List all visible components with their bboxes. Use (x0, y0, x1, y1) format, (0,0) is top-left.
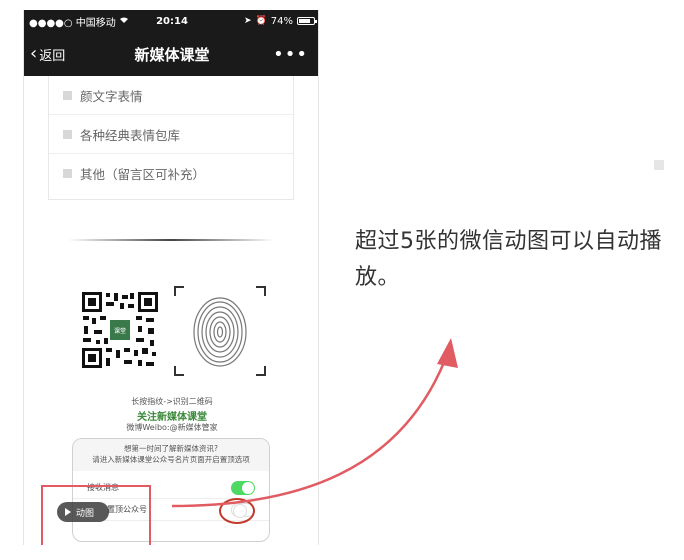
divider (68, 239, 274, 241)
list-item-label: 各种经典表情包库 (80, 127, 181, 143)
highlight-circle (219, 498, 255, 524)
back-button[interactable]: ‹ 返回 (24, 45, 104, 64)
more-button[interactable]: ••• (240, 44, 318, 65)
location-icon: ➤ (244, 16, 252, 26)
phone-screenshot: ●●●●○ 中国移动 20:14 ➤ ⏰ 74% ‹ 返回 新媒体课堂 ••• … (23, 10, 319, 545)
status-carrier: ●●●●○ 中国移动 (29, 14, 139, 29)
checkbox-icon (63, 169, 72, 178)
qr-caption-instruction: 长按指纹->识别二维码 (131, 397, 213, 406)
page-title: 新媒体课堂 (134, 45, 210, 64)
decorative-square (654, 160, 664, 170)
alarm-icon: ⏰ (255, 16, 267, 26)
settings-card-header-line1: 想第一时间了解新媒体资讯? (124, 444, 218, 453)
play-icon (65, 508, 71, 516)
fingerprint-icon (193, 297, 247, 367)
nav-bar: ‹ 返回 新媒体课堂 ••• (24, 32, 318, 76)
list-item[interactable]: 其他（留言区可补充） (49, 154, 293, 193)
list-item[interactable]: 各种经典表情包库 (49, 115, 293, 154)
qr-code[interactable]: 课堂 (80, 290, 160, 370)
qr-caption-follow: 关注新媒体课堂 (137, 412, 207, 423)
fingerprint-scanner[interactable] (174, 286, 266, 376)
battery-percent: 74% (270, 15, 293, 27)
annotation-text: 超过5张的微信动图可以自动播放。 (355, 229, 662, 290)
status-bar: ●●●●○ 中国移动 20:14 ➤ ⏰ 74% (24, 10, 318, 32)
battery-icon (297, 17, 317, 25)
chevron-left-icon: ‹ (30, 43, 38, 64)
checkbox-icon (63, 90, 72, 100)
status-right: ➤ ⏰ 74% (205, 15, 317, 27)
receive-messages-toggle[interactable] (231, 480, 255, 495)
back-label: 返回 (39, 48, 66, 64)
qr-center-label: 课堂 (114, 327, 126, 335)
gif-badge[interactable]: 动图 (57, 502, 109, 522)
settings-card-header-line2: 请进入新媒体课堂公众号名片页面开启置顶选项 (92, 455, 250, 464)
list-item-label: 颜文字表情 (80, 88, 143, 104)
checkbox-icon (63, 129, 72, 139)
qr-caption-weibo: 微博Weibo:@新媒体管家 (126, 423, 218, 432)
list-item[interactable]: 颜文字表情 (49, 76, 293, 115)
wifi-icon (119, 16, 129, 27)
option-list: 颜文字表情 各种经典表情包库 其他（留言区可补充） (48, 76, 294, 200)
status-time: 20:14 (156, 15, 188, 27)
settings-card-header: 想第一时间了解新媒体资讯? 请进入新媒体课堂公众号名片页面开启置顶选项 (73, 439, 269, 471)
list-item-label: 其他（留言区可补充） (80, 167, 206, 182)
carrier-label: ●●●●○ 中国移动 (29, 17, 116, 29)
gif-badge-label: 动图 (76, 508, 95, 519)
